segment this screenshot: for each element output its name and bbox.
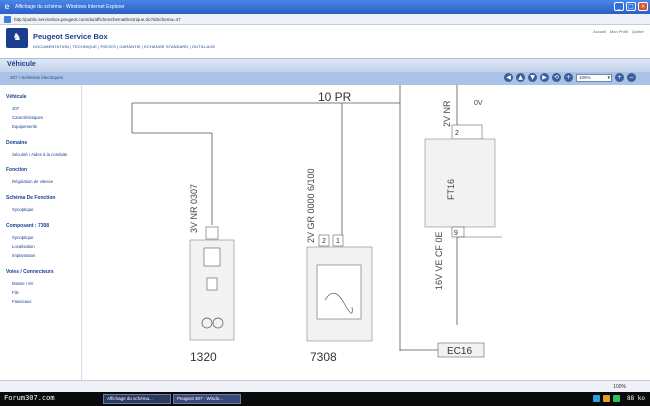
sidebar-item[interactable]: Implantation	[6, 251, 81, 260]
sidebar-item[interactable]: Masse / 6V	[6, 279, 81, 288]
pan-up-button[interactable]: ▲	[516, 73, 525, 82]
sidebar-item[interactable]: Synoptique	[6, 205, 81, 214]
sidebar-item[interactable]: Fils	[6, 288, 81, 297]
top-link-home[interactable]: Accueil	[593, 29, 606, 34]
sidebar-section-vehicle: Véhicule 407 Caractéristiques Equipement…	[6, 85, 81, 131]
tray-security-icon[interactable]	[613, 395, 620, 402]
mid-connector-label: 2V GR 0000 6/100	[306, 168, 316, 243]
sidebar-section-domain: Domaine Sécurité / Aides à la conduite	[6, 131, 81, 158]
sidebar-section-connectors: Voies / Connecteurs Masse / 6V Fils Fais…	[6, 260, 81, 306]
sidebar-heading: Fonction	[6, 166, 28, 173]
sidebar-heading: Composant : 7308	[6, 222, 50, 229]
sidebar-item[interactable]: Faisceaux	[6, 297, 81, 306]
component-1320-element-icon	[206, 277, 218, 291]
component-label-7308: 7308	[310, 350, 337, 364]
maximize-button[interactable]: □	[626, 2, 636, 11]
right-inner-label: FT16	[446, 179, 456, 200]
section-title: Véhicule	[7, 61, 36, 68]
reset-view-button[interactable]: ⟲	[552, 73, 561, 82]
sidebar: Véhicule 407 Caractéristiques Equipement…	[0, 85, 82, 380]
top-link-quit[interactable]: Quitter	[632, 29, 644, 34]
tray-network-icon[interactable]	[593, 395, 600, 402]
component-label-1320: 1320	[190, 350, 217, 364]
close-button[interactable]: ×	[638, 2, 648, 11]
sub-bar: 407 / Schémas électriques ◀ ▲ ▼ ▶ ⟲ + 10…	[0, 72, 650, 85]
right-top-pin-label: 0V	[474, 100, 483, 107]
sidebar-item[interactable]: Synoptique	[6, 233, 81, 242]
pan-down-button[interactable]: ▼	[528, 73, 537, 82]
wire-top-label: 10 PR	[318, 90, 352, 104]
zoom-select[interactable]: 100%	[576, 73, 612, 82]
taskbar-forum-text: Forum307.com	[4, 394, 55, 402]
component-7308-inner	[316, 264, 362, 320]
main-nav[interactable]: DOCUMENTATION | TECHNIQUE | PIECES | GAR…	[33, 44, 215, 49]
peugeot-lion-logo-icon[interactable]: ♞	[6, 28, 28, 48]
diagram-toolbar: ◀ ▲ ▼ ▶ ⟲ + 100% + −	[504, 73, 636, 82]
breadcrumb[interactable]: 407 / Schémas électriques	[10, 75, 63, 80]
address-bar[interactable]: http://public.servicebox.peugeot.com/do/…	[0, 14, 650, 25]
screen: e Affichage du schéma - Windows Internet…	[0, 0, 650, 406]
page-favicon-icon	[4, 15, 11, 23]
sidebar-item[interactable]: Localisation	[6, 242, 81, 251]
window-title: Affichage du schéma - Windows Internet E…	[15, 4, 125, 10]
status-bar: 100%	[0, 380, 650, 392]
taskbar-task[interactable]: Affichage du schéma...	[103, 394, 171, 404]
system-tray	[593, 395, 620, 402]
top-links: Accueil Mon Profil Quitter	[593, 29, 644, 34]
brand-title: Peugeot Service Box	[33, 32, 108, 41]
right-component-box[interactable]	[424, 138, 496, 228]
sidebar-section-schema: Schéma De Fonction Synoptique	[6, 186, 81, 214]
component-1320-ic-icon	[203, 247, 221, 267]
taskbar-task[interactable]: Peugeot 307 - Windo...	[173, 394, 241, 404]
sidebar-heading: Véhicule	[6, 94, 27, 100]
wiring-diagram-svg: 10 PR 3V NR 0307 1320 2V GR 0000 6/100 2…	[131, 85, 502, 364]
left-connector-label: 3V NR 0307	[189, 184, 199, 233]
connector-ec16-label: EC16	[447, 346, 472, 357]
address-url[interactable]: http://public.servicebox.peugeot.com/do/…	[14, 17, 181, 22]
window-titlebar: e Affichage du schéma - Windows Internet…	[0, 0, 650, 14]
sidebar-section-component: Composant : 7308 Synoptique Localisation…	[6, 214, 81, 260]
tray-volume-icon[interactable]	[603, 395, 610, 402]
sidebar-heading: Voies / Connecteurs	[6, 268, 54, 275]
sidebar-item[interactable]: Equipements	[6, 122, 81, 131]
right-top-label: 2V NR	[442, 100, 452, 127]
minimize-button[interactable]: _	[614, 2, 624, 11]
sidebar-heading: Domaine	[6, 140, 28, 146]
sidebar-item[interactable]: Régulation de vitesse	[6, 177, 81, 186]
zoom-minus-button[interactable]: −	[627, 73, 636, 82]
sidebar-heading: Schéma De Fonction	[6, 194, 56, 201]
pin-1-label: 1	[336, 238, 340, 245]
zoom-plus-button[interactable]: +	[615, 73, 624, 82]
sidebar-section-function: Fonction Régulation de vitesse	[6, 158, 81, 186]
pin-2-label: 2	[322, 238, 326, 245]
sidebar-item[interactable]: Sécurité / Aides à la conduite	[6, 150, 74, 158]
pan-right-button[interactable]: ▶	[540, 73, 549, 82]
sidebar-item[interactable]: 407	[6, 104, 81, 113]
page-header: ♞ Peugeot Service Box DOCUMENTATION | TE…	[0, 25, 650, 55]
pan-left-button[interactable]: ◀	[504, 73, 513, 82]
taskbar: Forum307.com Affichage du schéma... Peug…	[0, 392, 650, 406]
right-pin-2-label: 2	[455, 130, 459, 137]
status-zoom[interactable]: 100%	[613, 384, 626, 390]
taskbar-size-text: 88 ko	[626, 395, 645, 402]
top-link-profile[interactable]: Mon Profil	[610, 29, 628, 34]
wiring-diagram[interactable]: 10 PR 3V NR 0307 1320 2V GR 0000 6/100 2…	[82, 85, 650, 380]
section-bar: Véhicule	[0, 58, 650, 72]
right-pin-9-label: 9	[454, 230, 458, 237]
right-bottom-label: 16V VE CF 0E	[434, 231, 444, 290]
browser-icon: e	[4, 2, 10, 11]
zoom-in-button[interactable]: +	[564, 73, 573, 82]
sidebar-item[interactable]: Caractéristiques	[6, 113, 81, 122]
component-1320-pin	[205, 226, 219, 240]
